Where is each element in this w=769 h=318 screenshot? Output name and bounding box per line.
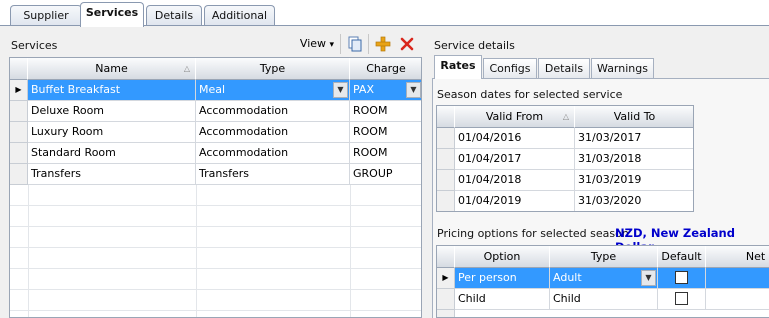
service-name-cell[interactable]: Standard Room <box>28 143 196 164</box>
row-selector[interactable] <box>437 191 455 211</box>
service-name-cell[interactable]: Luxury Room <box>28 122 196 143</box>
tab-details-inner[interactable]: Details <box>538 58 590 78</box>
valid-from-cell[interactable]: 01/04/2017 <box>455 149 575 170</box>
tab-warnings[interactable]: Warnings <box>591 58 654 78</box>
valid-to-cell[interactable]: 31/03/2018 <box>575 149 693 170</box>
net-cell[interactable] <box>706 268 769 289</box>
default-cell <box>658 289 706 310</box>
default-checkbox[interactable] <box>675 292 688 305</box>
service-charge-value: PAX <box>353 83 374 96</box>
service-charge-cell[interactable]: ROOM <box>350 143 421 164</box>
row-header-corner <box>10 58 28 80</box>
season-dates-label: Season dates for selected service <box>437 88 623 101</box>
service-charge-cell[interactable]: GROUP <box>350 164 421 185</box>
row-selector[interactable] <box>437 128 455 149</box>
chevron-down-icon[interactable]: ▼ <box>406 82 421 98</box>
service-name-cell[interactable]: Transfers <box>28 164 196 185</box>
pricing-type-value: Adult <box>553 271 582 284</box>
column-header-label: Valid From <box>485 110 544 123</box>
toolbar-separator <box>340 34 341 54</box>
delete-icon <box>400 37 414 51</box>
service-type-select[interactable]: Meal ▼ <box>196 80 350 101</box>
tab-services[interactable]: Services <box>80 2 144 27</box>
services-label: Services <box>11 39 58 52</box>
pricing-options-label: Pricing options for selected season. <box>437 227 633 240</box>
sort-ascending-icon: △ <box>183 64 190 73</box>
pricing-grid: Option Type Default Net ▶ Per person Adu… <box>436 245 769 318</box>
row-selector-current[interactable]: ▶ <box>437 268 455 289</box>
column-header-type[interactable]: Type <box>550 246 658 268</box>
row-selector[interactable] <box>437 310 455 317</box>
net-cell[interactable] <box>706 289 769 310</box>
tab-configs[interactable]: Configs <box>483 58 537 78</box>
row-selector[interactable] <box>10 101 28 122</box>
chevron-down-icon[interactable]: ▼ <box>641 270 656 286</box>
row-selector[interactable] <box>437 170 455 191</box>
view-menu-label: View <box>299 37 327 50</box>
services-grid: Name △ Type Charge ▶ Buffet Breakfast Me… <box>9 57 422 318</box>
column-header-option[interactable]: Option <box>455 246 550 268</box>
chevron-down-icon: ▾ <box>329 40 335 50</box>
valid-to-cell[interactable]: 31/03/2019 <box>575 170 693 191</box>
service-name-cell[interactable]: Deluxe Room <box>28 101 196 122</box>
pricing-option-cell[interactable]: Per person <box>455 268 550 289</box>
row-selector[interactable] <box>10 164 28 185</box>
service-name-cell[interactable]: Buffet Breakfast <box>28 80 196 101</box>
sort-ascending-icon: △ <box>562 112 569 121</box>
default-checkbox[interactable]: ✓ <box>675 271 688 284</box>
pricing-type-select[interactable]: Adult ▼ <box>550 268 658 289</box>
column-header-label: Name <box>95 62 128 75</box>
copy-button[interactable] <box>345 34 365 54</box>
copy-icon <box>348 36 362 52</box>
tab-supplier[interactable]: Supplier <box>10 5 82 26</box>
valid-from-cell[interactable]: 01/04/2018 <box>455 170 575 191</box>
service-type-value: Meal <box>199 83 226 96</box>
delete-button[interactable] <box>397 34 417 54</box>
column-header-default[interactable]: Default <box>658 246 706 268</box>
service-type-cell[interactable]: Accommodation <box>196 101 350 122</box>
service-charge-cell[interactable]: ROOM <box>350 122 421 143</box>
service-charge-cell[interactable]: ROOM <box>350 101 421 122</box>
pricing-option-cell[interactable]: Child <box>455 289 550 310</box>
add-button[interactable] <box>373 34 393 54</box>
valid-from-cell[interactable]: 01/04/2019 <box>455 191 575 211</box>
service-charge-select[interactable]: PAX ▼ <box>350 80 421 101</box>
empty-grid-area <box>10 185 421 317</box>
tab-details[interactable]: Details <box>146 5 202 26</box>
service-type-cell[interactable]: Accommodation <box>196 122 350 143</box>
tab-rates[interactable]: Rates <box>434 55 482 79</box>
season-grid: Valid From △ Valid To 01/04/2016 31/03/2… <box>436 105 694 212</box>
row-selector[interactable] <box>437 289 455 310</box>
row-selector[interactable] <box>10 122 28 143</box>
column-header-name[interactable]: Name △ <box>28 58 196 80</box>
service-type-cell[interactable]: Transfers <box>196 164 350 185</box>
column-header-type[interactable]: Type <box>196 58 350 80</box>
valid-to-cell[interactable]: 31/03/2017 <box>575 128 693 149</box>
view-menu-button[interactable]: View ▾ <box>296 34 338 54</box>
service-details-label: Service details <box>434 39 515 52</box>
valid-from-cell[interactable]: 01/04/2016 <box>455 128 575 149</box>
service-type-cell[interactable]: Accommodation <box>196 143 350 164</box>
column-header-net[interactable]: Net <box>706 246 769 268</box>
row-selector[interactable] <box>437 149 455 170</box>
chevron-down-icon[interactable]: ▼ <box>333 82 348 98</box>
toolbar-separator <box>368 34 369 54</box>
pricing-type-cell[interactable]: Child <box>550 289 658 310</box>
row-header-corner <box>437 106 455 128</box>
add-icon <box>375 36 391 52</box>
row-selector[interactable] <box>10 143 28 164</box>
column-header-charge[interactable]: Charge <box>350 58 421 80</box>
valid-to-cell[interactable]: 31/03/2020 <box>575 191 693 211</box>
column-header-valid-from[interactable]: Valid From △ <box>455 106 575 128</box>
default-cell: ✓ <box>658 268 706 289</box>
row-selector-current[interactable]: ▶ <box>10 80 28 101</box>
tab-additional[interactable]: Additional <box>204 5 275 26</box>
outer-tab-strip: Supplier Services Details Additional <box>0 0 769 27</box>
row-header-corner <box>437 246 455 268</box>
column-header-valid-to[interactable]: Valid To <box>575 106 693 128</box>
